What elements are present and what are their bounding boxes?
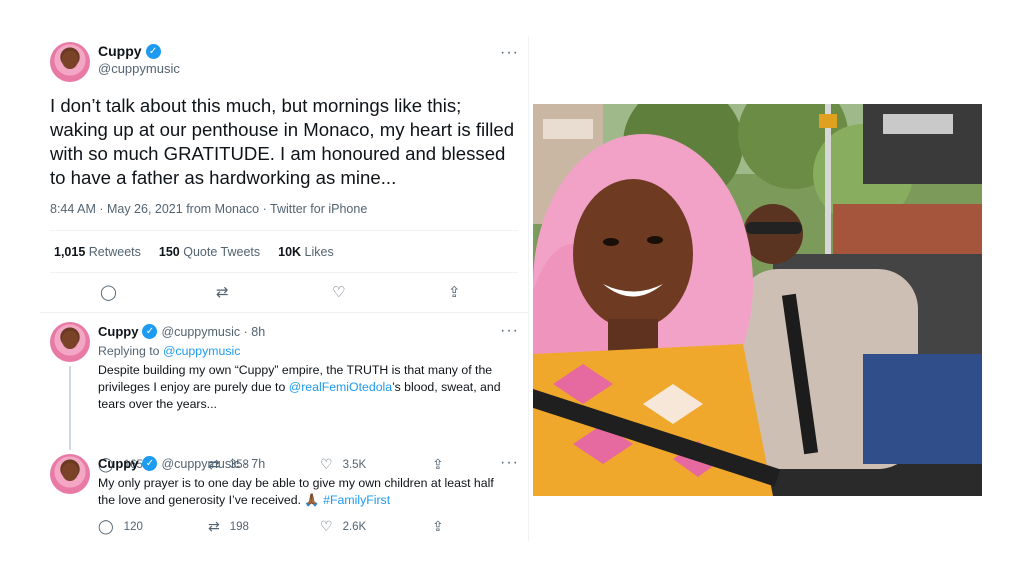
author-handle-time[interactable]: @cuppymusic · 7h [161, 457, 265, 471]
reply-text: My only prayer is to one day be able to … [98, 475, 508, 509]
verified-badge-icon: ✓ [145, 43, 161, 59]
share-icon[interactable]: ⇪ [432, 456, 444, 473]
author-handle-time[interactable]: @cuppymusic · 8h [161, 325, 265, 339]
mention-link[interactable]: @realFemiOtedola [289, 380, 392, 394]
reply-text-part: My only prayer is to one day be able to … [98, 476, 494, 507]
verified-badge-icon: ✓ [142, 324, 158, 339]
more-options-icon[interactable]: ··· [500, 455, 519, 471]
tweet-photo[interactable] [533, 104, 982, 496]
tweet-author: Cuppy ✓ @cuppymusic [98, 43, 180, 76]
selfie-photo-illustration [533, 104, 982, 496]
retweet-icon[interactable]: ⇄ [208, 518, 220, 535]
share-icon[interactable]: ⇪ [432, 518, 444, 535]
author-handle[interactable]: @cuppymusic [98, 61, 180, 76]
reply-text: Despite building my own “Cuppy” empire, … [98, 362, 508, 413]
tweet-stats: 1,015 Retweets 150 Quote Tweets 10K Like… [54, 245, 334, 259]
like-icon[interactable]: ♡ [332, 283, 345, 301]
like-icon[interactable]: ♡ [320, 518, 333, 535]
retweet-icon[interactable]: ⇄ [216, 283, 229, 301]
avatar[interactable] [50, 454, 90, 494]
reply-action[interactable]: ◯ 120 [98, 518, 143, 535]
author-name[interactable]: Cuppy [98, 324, 138, 339]
more-options-icon[interactable]: ··· [500, 323, 519, 339]
like-count: 2.6K [342, 520, 367, 533]
replying-handle-link[interactable]: @cuppymusic [163, 344, 240, 358]
share-icon[interactable]: ⇪ [448, 283, 461, 301]
retweets-stat[interactable]: 1,015 Retweets [54, 245, 141, 259]
like-action[interactable]: ♡ 2.6K [320, 518, 366, 535]
tweet-text: I don’t talk about this much, but mornin… [50, 95, 515, 188]
likes-stat[interactable]: 10K Likes [278, 245, 334, 259]
divider [50, 272, 518, 273]
hashtag-link[interactable]: #FamilyFirst [323, 493, 390, 507]
retweet-count: 198 [229, 520, 249, 533]
avatar[interactable] [50, 42, 90, 82]
like-count: 3.5K [342, 458, 367, 471]
like-icon[interactable]: ♡ [320, 456, 333, 473]
share-action[interactable]: ⇪ [432, 518, 444, 535]
replying-label: Replying to [98, 344, 160, 358]
more-options-icon[interactable]: ··· [500, 45, 519, 61]
divider [50, 230, 518, 231]
panel-divider [528, 36, 529, 541]
reply-icon[interactable]: ◯ [98, 518, 114, 535]
share-action[interactable]: ⇪ [432, 456, 444, 473]
like-action[interactable]: ♡ 3.5K [320, 456, 366, 473]
author-name[interactable]: Cuppy [98, 43, 142, 59]
replying-to-line: Replying to @cuppymusic [98, 343, 508, 360]
avatar[interactable] [50, 322, 90, 362]
tweet-thread-panel: Cuppy ✓ @cuppymusic ··· I don’t talk abo… [40, 36, 528, 541]
thread-line [69, 366, 71, 450]
tweet-timestamp[interactable]: 8:44 AM · May 26, 2021 from Monaco · Twi… [50, 202, 367, 216]
author-name[interactable]: Cuppy [98, 456, 138, 471]
divider [40, 312, 528, 313]
reply-icon[interactable]: ◯ [100, 283, 117, 301]
reply-count: 120 [123, 520, 143, 533]
retweet-action[interactable]: ⇄ 198 [208, 518, 249, 535]
verified-badge-icon: ✓ [142, 456, 158, 471]
quote-tweets-stat[interactable]: 150 Quote Tweets [159, 245, 260, 259]
